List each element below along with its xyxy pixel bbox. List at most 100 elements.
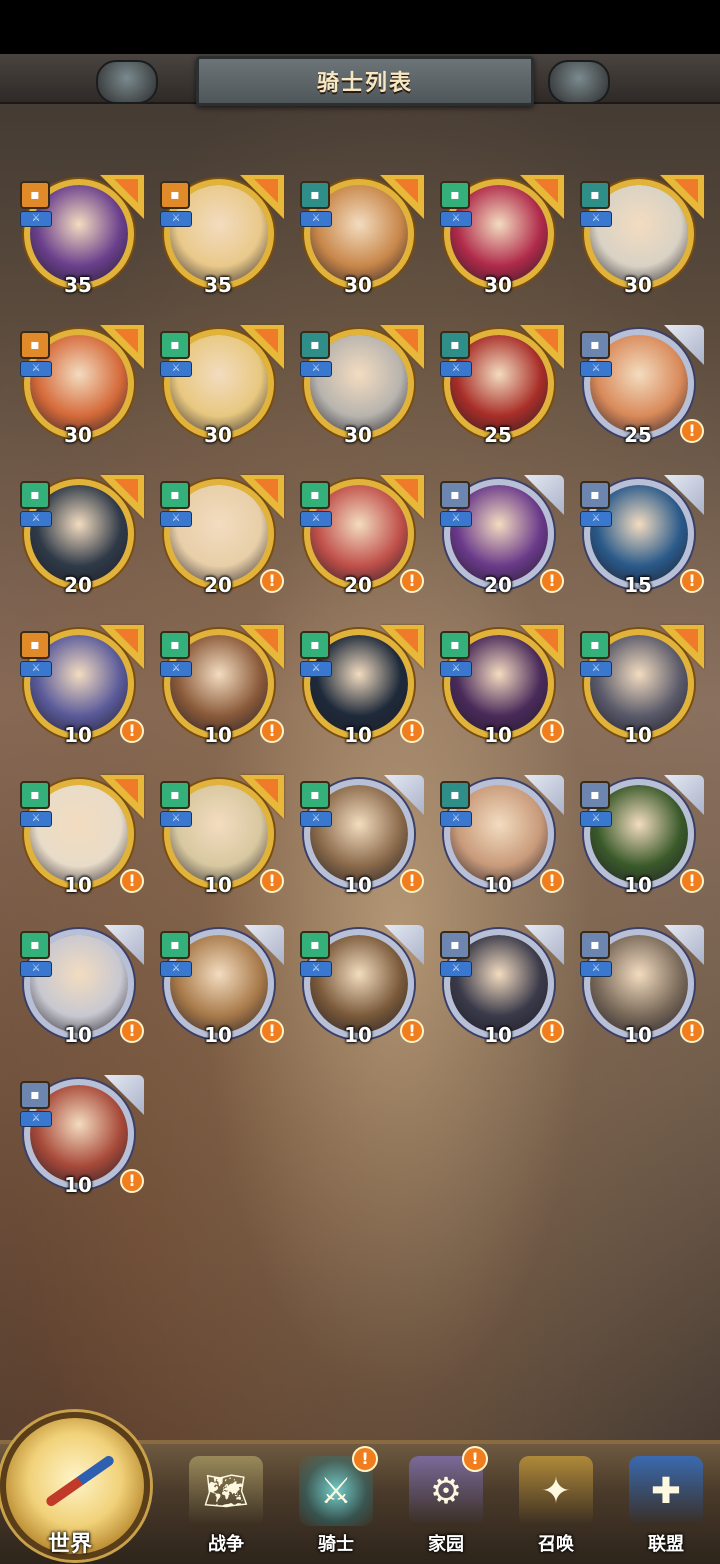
weapon-badge-icon: ⚔	[580, 211, 612, 227]
class-badge-icon: ▪	[440, 181, 470, 209]
knight-level: 30	[344, 273, 372, 297]
alert-badge-icon: !	[260, 569, 284, 593]
class-badge-icon: ▪	[580, 931, 610, 959]
rarity-corner-icon	[380, 475, 424, 519]
knight-card[interactable]: ▪ ⚔ 10!	[160, 925, 284, 1053]
nav-tab-0[interactable]: 🗺 战争	[176, 1452, 276, 1556]
gauge-icon	[548, 60, 610, 104]
knight-card[interactable]: ▪ ⚔ 10	[580, 625, 704, 753]
knight-card[interactable]: ▪ ⚔ 10!	[440, 925, 564, 1053]
knight-level: 15	[624, 573, 652, 597]
knight-card[interactable]: ▪ ⚔ 10!	[440, 775, 564, 903]
knight-card[interactable]: ▪ ⚔ 20!	[160, 475, 284, 603]
knight-card[interactable]: ▪ ⚔ 30	[580, 175, 704, 303]
alert-badge-icon: !	[260, 1019, 284, 1043]
alert-badge-icon: !	[400, 869, 424, 893]
alert-badge-icon: !	[120, 869, 144, 893]
knight-card[interactable]: ▪ ⚔ 30	[300, 325, 424, 453]
knight-card[interactable]: ▪ ⚔ 10!	[160, 775, 284, 903]
knight-card[interactable]: ▪ ⚔ 35	[20, 175, 144, 303]
knight-card[interactable]: ▪ ⚔ 10!	[160, 625, 284, 753]
weapon-badge-icon: ⚔	[580, 511, 612, 527]
weapon-badge-icon: ⚔	[20, 1111, 52, 1127]
knight-card[interactable]: ▪ ⚔ 30	[440, 175, 564, 303]
knight-level: 10	[624, 1023, 652, 1047]
nav-tab-3[interactable]: ✦ 召唤	[506, 1452, 606, 1556]
alert-badge-icon: !	[540, 569, 564, 593]
rarity-corner-icon	[520, 175, 564, 219]
nav-tab-1[interactable]: ⚔ 骑士!	[286, 1446, 386, 1556]
weapon-badge-icon: ⚔	[160, 811, 192, 827]
class-badge-icon: ▪	[300, 331, 330, 359]
class-badge-icon: ▪	[160, 481, 190, 509]
knight-card[interactable]: ▪ ⚔ 20!	[440, 475, 564, 603]
rarity-corner-icon	[100, 325, 144, 369]
knight-card[interactable]: ▪ ⚔ 20	[20, 475, 144, 603]
class-badge-icon: ▪	[580, 481, 610, 509]
alert-badge-icon: !	[120, 1019, 144, 1043]
weapon-badge-icon: ⚔	[300, 361, 332, 377]
knight-level: 35	[64, 273, 92, 297]
knight-level: 30	[624, 273, 652, 297]
class-badge-icon: ▪	[160, 781, 190, 809]
knight-level: 10	[204, 723, 232, 747]
alert-badge-icon: !	[540, 719, 564, 743]
alert-badge-icon: !	[680, 869, 704, 893]
knight-card[interactable]: ▪ ⚔ 20!	[300, 475, 424, 603]
knight-level: 30	[204, 423, 232, 447]
knight-card[interactable]: ▪ ⚔ 10!	[580, 775, 704, 903]
knight-level: 10	[484, 873, 512, 897]
nav-tab-4[interactable]: ✚ 联盟	[616, 1452, 716, 1556]
rarity-corner-icon	[660, 625, 704, 669]
knight-card[interactable]: ▪ ⚔ 30	[300, 175, 424, 303]
class-badge-icon: ▪	[440, 781, 470, 809]
knight-card[interactable]: ▪ ⚔ 15!	[580, 475, 704, 603]
weapon-badge-icon: ⚔	[300, 961, 332, 977]
knight-card[interactable]: ▪ ⚔ 30	[160, 325, 284, 453]
knight-card[interactable]: ▪ ⚔ 10!	[20, 1075, 144, 1203]
knight-card[interactable]: ▪ ⚔ 10!	[300, 625, 424, 753]
knight-level: 10	[64, 1023, 92, 1047]
knight-card[interactable]: ▪ ⚔ 30	[20, 325, 144, 453]
knight-card[interactable]: ▪ ⚔ 10!	[20, 775, 144, 903]
knight-card[interactable]: ▪ ⚔ 10!	[300, 775, 424, 903]
alert-badge-icon: !	[540, 1019, 564, 1043]
knight-level: 10	[344, 1023, 372, 1047]
knight-level: 10	[624, 873, 652, 897]
class-badge-icon: ▪	[160, 931, 190, 959]
knight-card[interactable]: ▪ ⚔ 25!	[580, 325, 704, 453]
knight-card[interactable]: ▪ ⚔ 10!	[20, 925, 144, 1053]
weapon-badge-icon: ⚔	[440, 211, 472, 227]
alert-badge-icon: !	[260, 719, 284, 743]
weapon-badge-icon: ⚔	[300, 811, 332, 827]
rarity-corner-icon	[100, 475, 144, 519]
nav-tab-2[interactable]: ⚙ 家园!	[396, 1446, 496, 1556]
class-badge-icon: ▪	[440, 331, 470, 359]
class-badge-icon: ▪	[300, 181, 330, 209]
class-badge-icon: ▪	[20, 481, 50, 509]
knight-level: 20	[484, 573, 512, 597]
knight-card[interactable]: ▪ ⚔ 10!	[580, 925, 704, 1053]
knight-card[interactable]: ▪ ⚔ 10!	[300, 925, 424, 1053]
knight-card[interactable]: ▪ ⚔ 10!	[440, 625, 564, 753]
knight-card[interactable]: ▪ ⚔ 25	[440, 325, 564, 453]
rarity-corner-icon	[240, 625, 284, 669]
weapon-badge-icon: ⚔	[160, 361, 192, 377]
class-badge-icon: ▪	[20, 181, 50, 209]
weapon-badge-icon: ⚔	[20, 211, 52, 227]
alert-badge-icon: !	[680, 569, 704, 593]
knight-card[interactable]: ▪ ⚔ 10!	[20, 625, 144, 753]
knight-level: 30	[64, 423, 92, 447]
weapon-badge-icon: ⚔	[160, 511, 192, 527]
knight-card[interactable]: ▪ ⚔ 35	[160, 175, 284, 303]
rarity-corner-icon	[240, 775, 284, 819]
rarity-corner-icon	[100, 625, 144, 669]
rarity-corner-icon	[380, 175, 424, 219]
knight-level: 10	[344, 873, 372, 897]
alert-badge-icon: !	[120, 719, 144, 743]
summon-icon: ✦	[519, 1456, 593, 1526]
map-icon: 🗺	[189, 1456, 263, 1526]
nav-tab-label: 骑士	[318, 1534, 354, 1555]
rarity-corner-icon	[240, 325, 284, 369]
weapon-badge-icon: ⚔	[300, 211, 332, 227]
